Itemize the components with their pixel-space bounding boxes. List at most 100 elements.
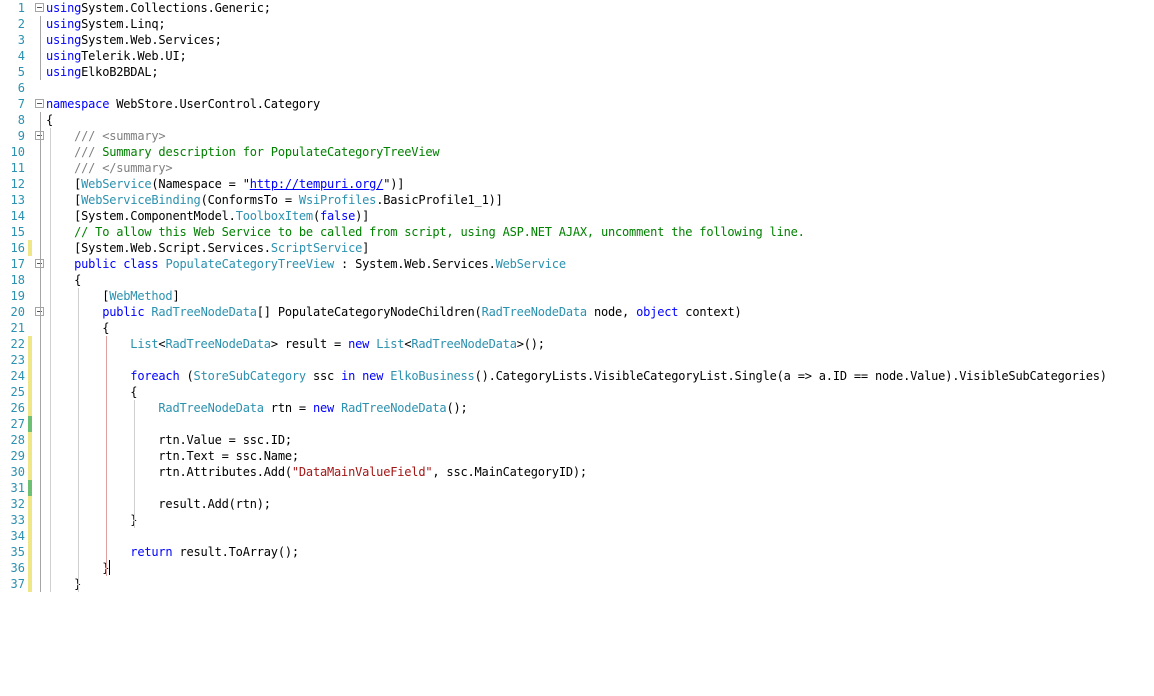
- code-text[interactable]: rtn.Attributes.Add("DataMainValueField",…: [46, 464, 587, 480]
- code-line[interactable]: 19 [WebMethod]: [0, 288, 1154, 304]
- code-text[interactable]: /// <summary>: [46, 128, 166, 144]
- code-line[interactable]: 33 }: [0, 512, 1154, 528]
- code-text[interactable]: {: [46, 384, 137, 400]
- code-line[interactable]: 31: [0, 480, 1154, 496]
- code-text[interactable]: [WebMethod]: [46, 288, 180, 304]
- code-token: ElkoBusiness: [390, 369, 475, 383]
- code-token: ssc: [305, 369, 342, 383]
- code-line[interactable]: 25 {: [0, 384, 1154, 400]
- code-text[interactable]: {: [46, 272, 81, 288]
- line-number: 28: [10, 433, 25, 447]
- code-token: ]: [172, 289, 180, 303]
- code-line[interactable]: 4 usingTelerik.Web.UI;: [0, 48, 1154, 64]
- unsaved-change-marker: [28, 576, 32, 592]
- code-text[interactable]: usingSystem.Linq;: [46, 16, 166, 32]
- code-line[interactable]: 21 {: [0, 320, 1154, 336]
- code-line[interactable]: 28 rtn.Value = ssc.ID;: [0, 432, 1154, 448]
- code-line[interactable]: 14 [System.ComponentModel.ToolboxItem(fa…: [0, 208, 1154, 224]
- code-line[interactable]: 8{: [0, 112, 1154, 128]
- line-number: 13: [10, 193, 25, 207]
- code-line[interactable]: 32 result.Add(rtn);: [0, 496, 1154, 512]
- code-token: using: [46, 49, 82, 63]
- line-number: 1: [17, 1, 25, 15]
- code-text[interactable]: /// Summary description for PopulateCate…: [46, 144, 439, 160]
- code-line[interactable]: 34: [0, 528, 1154, 544]
- unsaved-change-marker: [28, 400, 32, 416]
- code-token: using: [46, 17, 82, 31]
- code-text[interactable]: [WebServiceBinding(ConformsTo = WsiProfi…: [46, 192, 503, 208]
- code-token: RadTreeNodeData: [158, 401, 264, 415]
- code-line[interactable]: 36 }: [0, 560, 1154, 576]
- code-text[interactable]: usingTelerik.Web.UI;: [46, 48, 187, 64]
- code-line[interactable]: 20 public RadTreeNodeData[] PopulateCate…: [0, 304, 1154, 320]
- code-line[interactable]: 22 List<RadTreeNodeData> result = new Li…: [0, 336, 1154, 352]
- code-text[interactable]: List<RadTreeNodeData> result = new List<…: [46, 336, 545, 352]
- code-text[interactable]: public class PopulateCategoryTreeView : …: [46, 256, 566, 272]
- line-number: 2: [17, 17, 25, 31]
- code-line[interactable]: 16 [System.Web.Script.Services.ScriptSer…: [0, 240, 1154, 256]
- code-line[interactable]: 26 RadTreeNodeData rtn = new RadTreeNode…: [0, 400, 1154, 416]
- code-text[interactable]: /// </summary>: [46, 160, 173, 176]
- code-line[interactable]: 5 usingElkoB2BDAL;: [0, 64, 1154, 80]
- code-line[interactable]: 37 }: [0, 576, 1154, 592]
- code-token: WebServiceBinding: [81, 193, 201, 207]
- code-line[interactable]: 13 [WebServiceBinding(ConformsTo = WsiPr…: [0, 192, 1154, 208]
- code-text[interactable]: rtn.Text = ssc.Name;: [46, 448, 299, 464]
- outline-bar: [40, 112, 41, 592]
- code-line[interactable]: 23: [0, 352, 1154, 368]
- code-line[interactable]: 17 public class PopulateCategoryTreeView…: [0, 256, 1154, 272]
- code-line[interactable]: 35 return result.ToArray();: [0, 544, 1154, 560]
- code-text[interactable]: rtn.Value = ssc.ID;: [46, 432, 292, 448]
- code-line[interactable]: 30 rtn.Attributes.Add("DataMainValueFiel…: [0, 464, 1154, 480]
- code-line[interactable]: 29 rtn.Text = ssc.Name;: [0, 448, 1154, 464]
- code-token: ///: [74, 145, 103, 159]
- code-line[interactable]: 1 usingSystem.Collections.Generic;: [0, 0, 1154, 16]
- code-line[interactable]: 2 usingSystem.Linq;: [0, 16, 1154, 32]
- code-text[interactable]: public RadTreeNodeData[] PopulateCategor…: [46, 304, 742, 320]
- code-line[interactable]: 15 // To allow this Web Service to be ca…: [0, 224, 1154, 240]
- code-token: /// <summary>: [74, 129, 166, 143]
- collapse-outline-icon[interactable]: [35, 99, 44, 108]
- collapse-outline-icon[interactable]: [35, 3, 44, 12]
- code-text[interactable]: [System.Web.Script.Services.ScriptServic…: [46, 240, 369, 256]
- code-line[interactable]: 6: [0, 80, 1154, 96]
- code-text[interactable]: }: [46, 576, 81, 592]
- code-text[interactable]: [WebService(Namespace = "http://tempuri.…: [46, 176, 404, 192]
- code-text[interactable]: // To allow this Web Service to be calle…: [46, 224, 805, 240]
- text-caret: [109, 560, 110, 575]
- code-text[interactable]: foreach (StoreSubCategory ssc in new Elk…: [46, 368, 1107, 384]
- code-line[interactable]: 7 namespace WebStore.UserControl.Category: [0, 96, 1154, 112]
- code-line[interactable]: 12 [WebService(Namespace = "http://tempu…: [0, 176, 1154, 192]
- code-text[interactable]: result.Add(rtn);: [46, 496, 271, 512]
- line-number: 4: [17, 49, 25, 63]
- code-line[interactable]: 18 {: [0, 272, 1154, 288]
- code-text[interactable]: }: [46, 512, 137, 528]
- line-number: 19: [10, 289, 25, 303]
- code-text[interactable]: usingSystem.Web.Services;: [46, 32, 222, 48]
- indent-guide: [78, 288, 79, 592]
- code-text[interactable]: return result.ToArray();: [46, 544, 299, 560]
- unsaved-change-marker: [28, 544, 32, 560]
- code-text[interactable]: [System.ComponentModel.ToolboxItem(false…: [46, 208, 369, 224]
- code-text[interactable]: usingSystem.Collections.Generic;: [46, 0, 271, 16]
- line-number: 34: [10, 529, 25, 543]
- code-line[interactable]: 11 /// </summary>: [0, 160, 1154, 176]
- code-line[interactable]: 3 usingSystem.Web.Services;: [0, 32, 1154, 48]
- code-token: , ssc.MainCategoryID);: [432, 465, 587, 479]
- code-text[interactable]: namespace WebStore.UserControl.Category: [46, 96, 320, 112]
- code-line[interactable]: 9 /// <summary>: [0, 128, 1154, 144]
- code-token: result.Add(rtn);: [158, 497, 271, 511]
- code-line[interactable]: 27: [0, 416, 1154, 432]
- line-number: 29: [10, 449, 25, 463]
- code-text[interactable]: {: [46, 112, 53, 128]
- code-text[interactable]: RadTreeNodeData rtn = new RadTreeNodeDat…: [46, 400, 467, 416]
- code-token: WebMethod: [109, 289, 173, 303]
- code-line[interactable]: 24 foreach (StoreSubCategory ssc in new …: [0, 368, 1154, 384]
- code-text[interactable]: usingElkoB2BDAL;: [46, 64, 159, 80]
- code-token: [] PopulateCategoryNodeChildren(: [256, 305, 482, 319]
- code-editor[interactable]: 1 usingSystem.Collections.Generic; 2 usingS…: [0, 0, 1154, 600]
- code-line[interactable]: 10 /// Summary description for PopulateC…: [0, 144, 1154, 160]
